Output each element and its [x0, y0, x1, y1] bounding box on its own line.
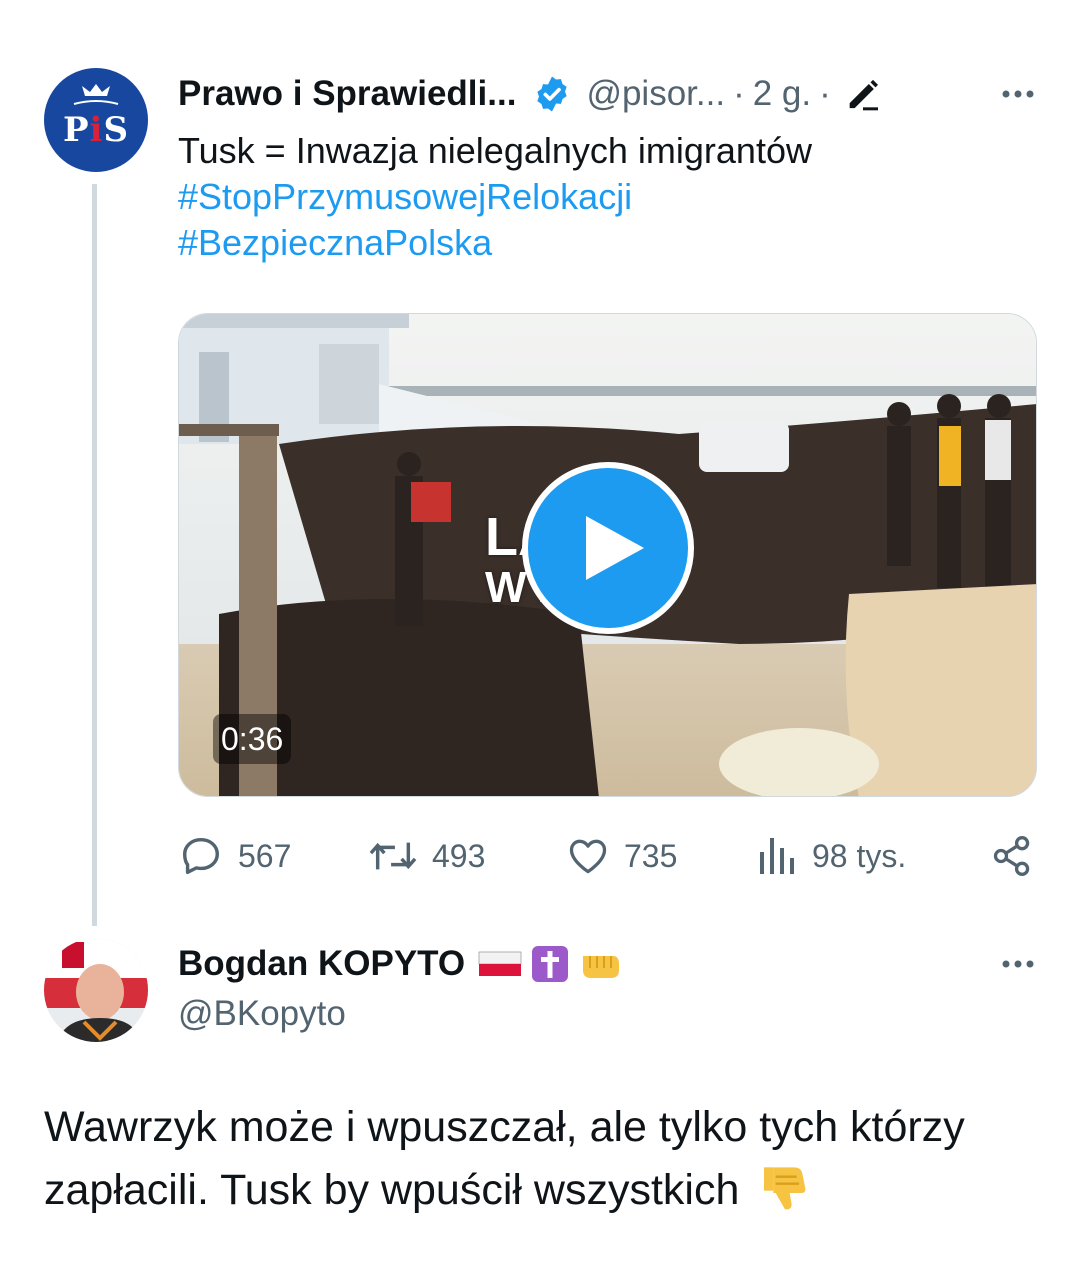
avatar-bkopyto[interactable] [44, 938, 148, 1042]
reply-icon [182, 837, 220, 875]
retweet-icon [369, 842, 417, 870]
thread-line [92, 184, 97, 926]
separator-dot: · [819, 74, 831, 113]
avatar-logo-text: PiS [62, 110, 130, 150]
separator-dot: · [733, 74, 745, 113]
poland-flag-icon [478, 951, 522, 976]
share-button[interactable] [990, 828, 1048, 884]
hashtag-link[interactable]: #BezpiecznaPolska [178, 220, 812, 266]
views-icon [760, 838, 794, 874]
tweet-actions: 567 493 735 98 tys. [178, 828, 1037, 884]
tweet-time[interactable]: 2 g. [753, 74, 811, 114]
like-icon [569, 839, 607, 874]
tweet-text: Tusk = Inwazja nielegalnych imigrantów #… [178, 128, 812, 266]
reply-count: 567 [238, 837, 292, 874]
share-icon [993, 836, 1030, 876]
more-icon[interactable] [996, 944, 1040, 984]
like-count: 735 [624, 837, 678, 874]
edit-icon[interactable] [843, 74, 883, 114]
retweet-count: 493 [432, 837, 486, 874]
thumbs-down-icon [764, 1167, 806, 1210]
reply-author-name[interactable]: Bogdan KOPYTO [178, 944, 465, 984]
video-player[interactable]: LA A W 23 0:36 [178, 313, 1037, 797]
reply-body: Wawrzyk może i wpuszczał, ale tylko tych… [44, 1103, 965, 1214]
fist-icon [583, 956, 620, 978]
reply-button[interactable]: 567 [178, 828, 291, 884]
avatar-photo [44, 938, 148, 1042]
play-icon [586, 516, 644, 580]
reply-header: Bogdan KOPYTO [178, 938, 1040, 990]
reply-author-handle[interactable]: @BKopyto [178, 994, 346, 1034]
author-handle[interactable]: @pisor... [586, 74, 725, 114]
hashtag-link[interactable]: #StopPrzymusowejRelokacji [178, 174, 812, 220]
views-count: 98 tys. [812, 837, 907, 874]
latin-cross-icon [532, 946, 569, 982]
views-button[interactable]: 98 tys. [758, 828, 906, 884]
retweet-button[interactable]: 493 [368, 828, 485, 884]
tweet-body: Tusk = Inwazja nielegalnych imigrantów [178, 130, 812, 171]
author-name[interactable]: Prawo i Sprawiedli... [178, 74, 516, 114]
avatar-pis[interactable]: PiS [44, 68, 148, 172]
tweet-header: Prawo i Sprawiedli... @pisor... · 2 g. · [178, 68, 1040, 120]
reply-text: Wawrzyk może i wpuszczał, ale tylko tych… [44, 1096, 1044, 1221]
video-duration: 0:36 [213, 714, 292, 764]
play-button[interactable] [522, 462, 694, 634]
more-icon[interactable] [996, 74, 1040, 114]
verified-icon [537, 76, 568, 112]
like-button[interactable]: 735 [566, 828, 677, 884]
